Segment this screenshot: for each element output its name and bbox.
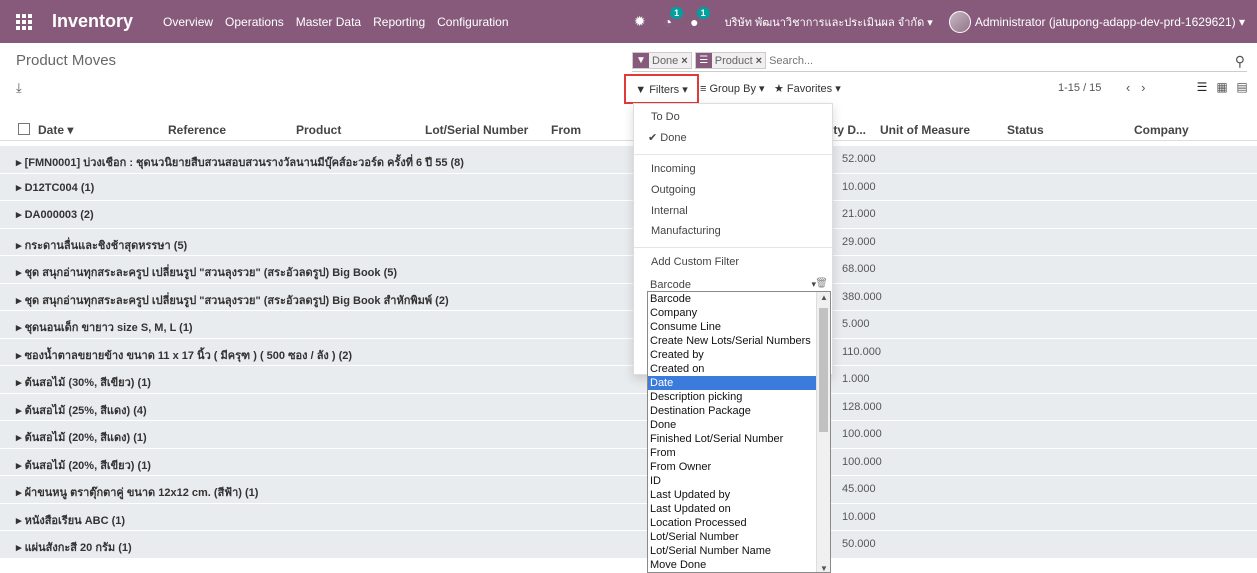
trash-icon[interactable]: 🗑 <box>815 278 828 289</box>
group-row[interactable]: ▸ กระดานลื่นและชิงช้าสุดหรรษา (5) 29.000 <box>0 228 1257 256</box>
filter-done[interactable]: ✔ Done <box>648 131 687 144</box>
col-date[interactable]: Date ▾ <box>38 123 73 137</box>
group-row[interactable]: ▸ ชุด สนุกอ่านทุกสระละครูป เปลี่ยนรูป "ส… <box>0 283 1257 311</box>
menu-configuration[interactable]: Configuration <box>437 15 508 29</box>
pivot-view-icon[interactable]: ▤ <box>1232 80 1252 94</box>
download-icon[interactable]: ⤓ <box>16 80 30 96</box>
col-product[interactable]: Product <box>296 123 341 137</box>
field-list-scrollbar[interactable]: ▲ ▼ <box>816 292 830 572</box>
filter-todo[interactable]: To Do <box>651 111 680 123</box>
col-status[interactable]: Status <box>1007 123 1044 137</box>
field-option[interactable]: Last Updated by <box>648 488 816 502</box>
group-row[interactable]: ▸ ผ้าขนหนู ตราตุ๊กตาคู่ ขนาด 12x12 cm. (… <box>0 476 1257 504</box>
group-row[interactable]: ▸ ซองน้ำตาลขยายข้าง ขนาด 11 x 17 นิ้ว ( … <box>0 338 1257 366</box>
activity-clock-icon[interactable]: ◔ 1 <box>664 6 684 30</box>
field-option[interactable]: ID <box>648 474 816 488</box>
pager-prev-next[interactable]: ‹ › <box>1126 80 1146 95</box>
filters-button[interactable]: ▼ Filters ▾ <box>624 74 699 104</box>
messages-chat-icon[interactable]: ● 1 <box>690 6 710 30</box>
search-icon[interactable]: ⚲ <box>1235 53 1245 70</box>
col-reference[interactable]: Reference <box>168 123 226 137</box>
filter-manufacturing[interactable]: Manufacturing <box>651 225 721 237</box>
search-input[interactable] <box>769 54 1070 67</box>
field-option[interactable]: Create New Lots/Serial Numbers <box>648 334 816 348</box>
group-row[interactable]: ▸ ต้นสอไม้ (30%, สีเขียว) (1) 1.000 <box>0 366 1257 394</box>
user-menu[interactable]: Administrator (jatupong-adapp-dev-prd-16… <box>975 15 1245 29</box>
search-facet-product: ☰ Product × <box>694 52 767 69</box>
scroll-up-icon[interactable]: ▲ <box>820 293 828 302</box>
menu-overview[interactable]: Overview <box>163 15 213 29</box>
remove-facet-icon[interactable]: × <box>756 55 765 67</box>
field-option[interactable]: Done <box>648 418 816 432</box>
field-option[interactable]: Created by <box>648 348 816 362</box>
group-row[interactable]: ▸ ชุด สนุกอ่านทุกสระละครูป เปลี่ยนรูป "ส… <box>0 256 1257 284</box>
group-row[interactable]: ▸ DA000003 (2) 21.000 <box>0 201 1257 229</box>
group-row[interactable]: ▸ หนังสือเรียน ABC (1) 10.000 <box>0 503 1257 531</box>
col-from[interactable]: From <box>551 123 581 137</box>
debug-bug-icon[interactable]: ✹ <box>634 13 646 30</box>
field-option[interactable]: From Owner <box>648 460 816 474</box>
breadcrumb: Product Moves <box>16 52 117 69</box>
divider <box>634 154 832 155</box>
field-option[interactable]: Last Updated on <box>648 502 816 516</box>
field-option[interactable]: Created on <box>648 362 816 376</box>
group-row[interactable]: ▸ ต้นสอไม้ (25%, สีแดง) (4) 128.000 <box>0 393 1257 421</box>
user-avatar[interactable] <box>948 10 971 33</box>
list-header: Date ▾ Reference Product Lot/Serial Numb… <box>0 117 1257 141</box>
col-lot-serial[interactable]: Lot/Serial Number <box>425 123 528 137</box>
menu-master-data[interactable]: Master Data <box>296 15 361 29</box>
filter-outgoing[interactable]: Outgoing <box>651 184 696 196</box>
group-row[interactable]: ▸ ต้นสอไม้ (20%, สีเขียว) (1) 100.000 <box>0 448 1257 476</box>
favorites-button[interactable]: ★ Favorites ▾ <box>774 82 841 95</box>
top-navbar: Inventory Overview Operations Master Dat… <box>0 0 1257 43</box>
field-option[interactable]: Lot/Serial Number Name <box>648 544 816 558</box>
grouped-list: ▸ [FMN0001] บ่วงเชือก : ชุดนวนิยายสืบสวน… <box>0 146 1257 559</box>
group-row[interactable]: ▸ D12TC004 (1) 10.000 <box>0 173 1257 201</box>
field-option[interactable]: Company <box>648 306 816 320</box>
view-switcher: ☰ ▦ ▤ <box>1192 80 1252 94</box>
divider <box>634 247 832 248</box>
custom-filter-field-select[interactable]: Barcode ▾ 🗑 <box>648 278 832 291</box>
group-row[interactable]: ▸ ต้นสอไม้ (20%, สีแดง) (1) 100.000 <box>0 421 1257 449</box>
group-row[interactable]: ▸ แผ่นสังกะสี 20 กรัม (1) 50.000 <box>0 531 1257 559</box>
activity-badge: 1 <box>670 6 684 19</box>
app-brand[interactable]: Inventory <box>52 11 133 32</box>
list-view-icon[interactable]: ☰ <box>1192 80 1212 94</box>
field-option[interactable]: From <box>648 446 816 460</box>
messages-badge: 1 <box>696 6 710 19</box>
field-option[interactable]: Consume Line <box>648 320 816 334</box>
add-custom-filter[interactable]: Add Custom Filter <box>651 256 739 268</box>
pager-value[interactable]: 1-15 / 15 <box>1058 82 1101 94</box>
search-facet-done: ▼ Done × <box>632 52 692 69</box>
group-row[interactable]: ▸ ชุดนอนเด็ก ขายาว size S, M, L (1) 5.000 <box>0 311 1257 339</box>
col-uom[interactable]: Unit of Measure <box>880 123 970 137</box>
filter-incoming[interactable]: Incoming <box>651 163 696 175</box>
field-options-list[interactable]: Barcode Company Consume Line Create New … <box>647 291 831 573</box>
scrollbar-thumb[interactable] <box>819 308 828 432</box>
field-option[interactable]: Finished Lot/Serial Number <box>648 432 816 446</box>
field-option-selected[interactable]: Date <box>648 376 816 390</box>
menu-operations[interactable]: Operations <box>225 15 284 29</box>
filter-internal[interactable]: Internal <box>651 205 688 217</box>
col-quantity[interactable]: ity D... <box>830 123 866 137</box>
field-option[interactable]: Destination Package <box>648 404 816 418</box>
select-all-checkbox[interactable] <box>18 123 30 135</box>
search-bar: ▼ Done × ☰ Product × ⚲ <box>632 50 1247 72</box>
kanban-view-icon[interactable]: ▦ <box>1212 80 1232 94</box>
field-option[interactable]: Move Done <box>648 558 816 572</box>
menu-reporting[interactable]: Reporting <box>373 15 425 29</box>
scroll-down-icon[interactable]: ▼ <box>820 564 828 572</box>
remove-facet-icon[interactable]: × <box>681 55 690 67</box>
group-row[interactable]: ▸ [FMN0001] บ่วงเชือก : ชุดนวนิยายสืบสวน… <box>0 146 1257 174</box>
field-option[interactable]: Location Processed <box>648 516 816 530</box>
apps-menu-icon[interactable] <box>0 0 48 43</box>
field-option[interactable]: Barcode <box>648 292 816 306</box>
groupby-icon: ☰ <box>695 53 712 68</box>
field-option[interactable]: Lot/Serial Number <box>648 530 816 544</box>
col-company[interactable]: Company <box>1134 123 1189 137</box>
field-option[interactable]: Description picking <box>648 390 816 404</box>
group-by-button[interactable]: ≡ Group By ▾ <box>700 82 765 95</box>
filter-icon: ▼ <box>633 53 649 68</box>
company-switcher[interactable]: บริษัท พัฒนาวิชาการและประเมินผล จำกัด ▾ <box>725 13 933 31</box>
